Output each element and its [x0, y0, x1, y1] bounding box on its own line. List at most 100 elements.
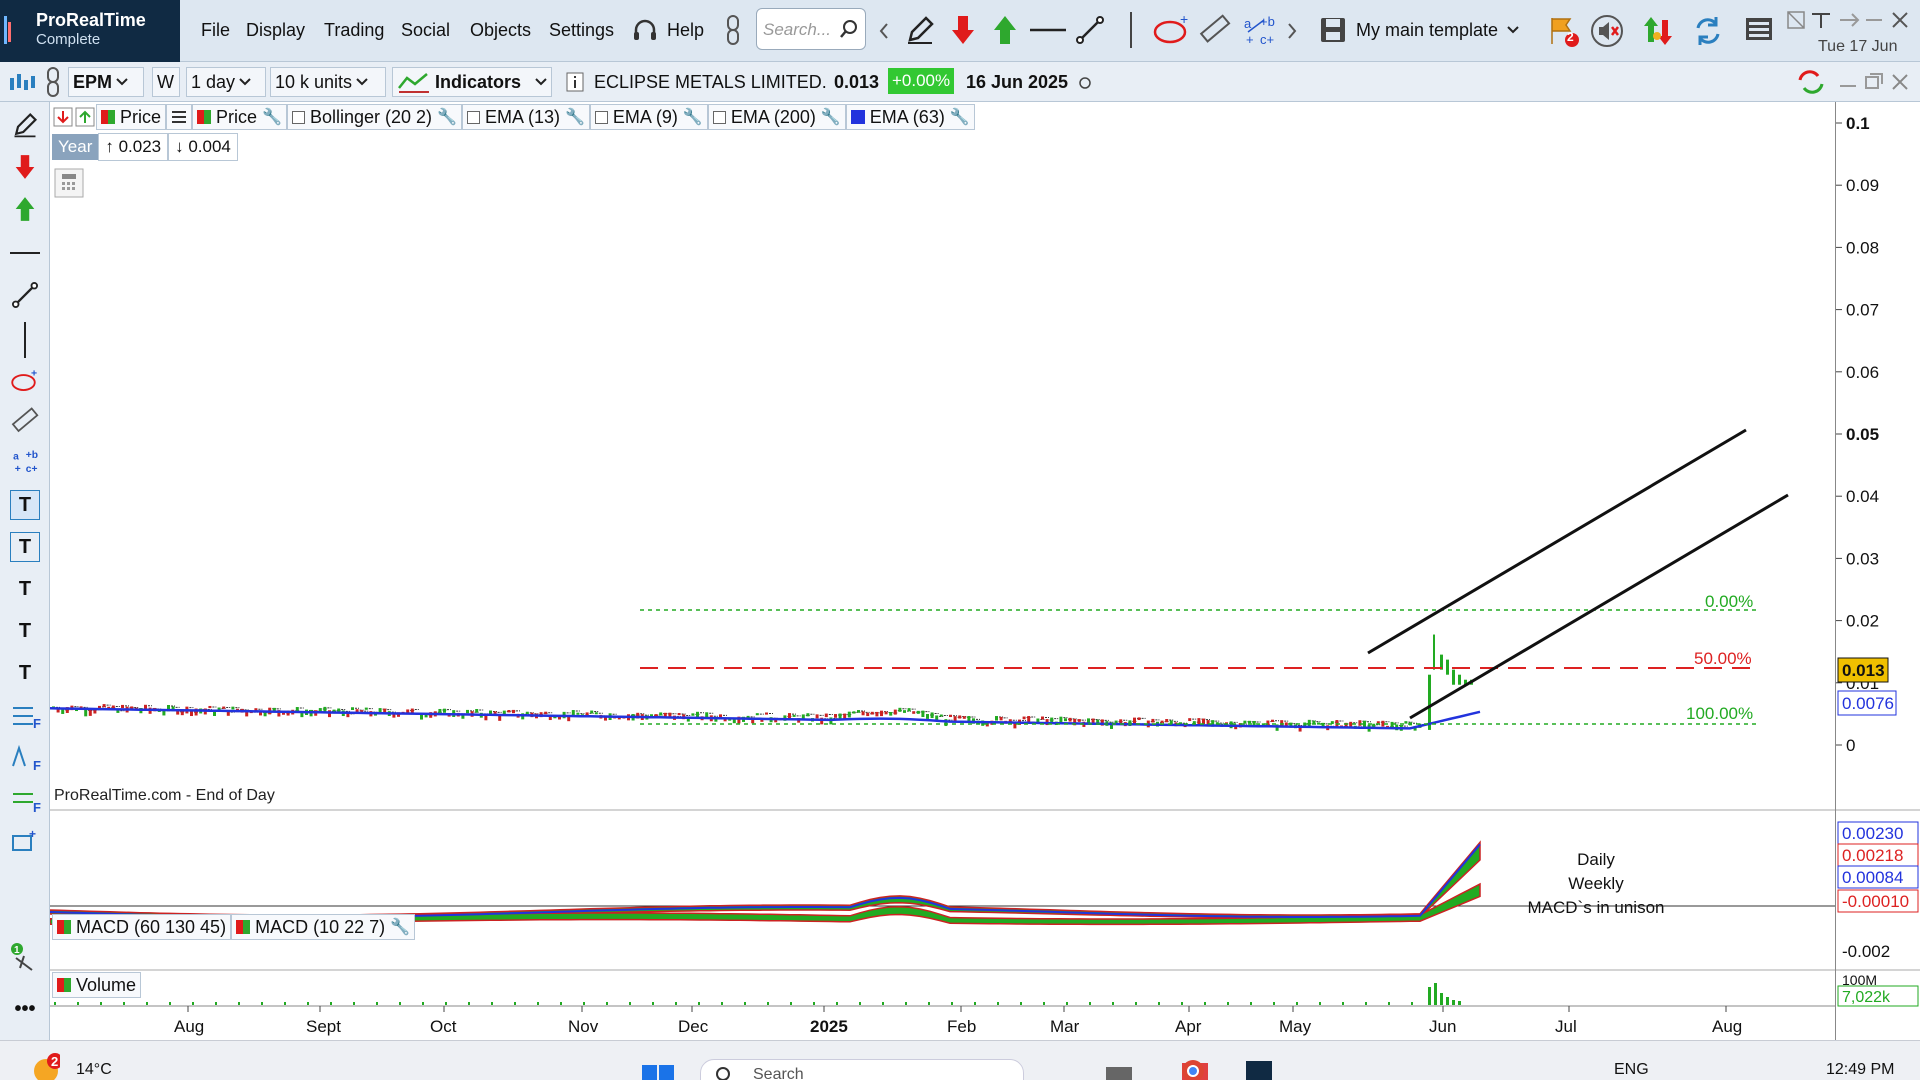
wrench-icon[interactable]: 🔧 — [437, 107, 457, 127]
trendline-tool[interactable] — [10, 280, 40, 310]
rectangle-tool[interactable]: + — [10, 826, 40, 856]
chart-area[interactable]: 0.00% 50.00% 100.00% Aug Sept Oct Nov Dec 202… — [49, 102, 1835, 1040]
legend-price-primary[interactable]: Price — [96, 104, 167, 130]
pencil-icon[interactable] — [904, 14, 936, 46]
more-tools[interactable]: ••• — [10, 994, 40, 1024]
legend-price-secondary[interactable]: Price 🔧 — [192, 104, 287, 130]
ruler-tool[interactable] — [10, 406, 40, 436]
menu-settings[interactable]: Settings — [549, 20, 614, 41]
bollinger-checkbox[interactable] — [291, 110, 305, 124]
pencil-tool[interactable] — [10, 110, 40, 140]
ema9-checkbox[interactable] — [594, 110, 608, 124]
calculator-icon[interactable] — [54, 168, 84, 198]
panel-restore-icon[interactable] — [1864, 72, 1884, 90]
chevron-left-icon[interactable] — [878, 22, 890, 40]
chrome-icon[interactable] — [1176, 1057, 1210, 1080]
app-icon-1[interactable] — [1104, 1065, 1134, 1080]
minimize-window-icon[interactable] — [1864, 10, 1884, 30]
legend-bollinger[interactable]: Bollinger (20 2) 🔧 — [286, 104, 462, 130]
app-logo[interactable]: ProRealTime Complete — [0, 0, 180, 62]
text-tool-3[interactable]: T — [10, 658, 40, 688]
legend-macd-60[interactable]: MACD (60 130 45) — [52, 914, 232, 940]
weekly-toggle[interactable]: W — [152, 67, 180, 97]
legend-ema9[interactable]: EMA (9) 🔧 — [589, 104, 708, 130]
panel-minimize-icon[interactable] — [1838, 74, 1858, 90]
wrench-icon[interactable]: 🔧 — [262, 107, 282, 127]
wrench-icon[interactable]: 🔧 — [950, 107, 970, 127]
fibonacci-tool[interactable]: a +b + c+ — [10, 446, 40, 476]
price-axis-scale[interactable]: 0.10.090.080.070.060.050.040.030.020.010… — [1836, 102, 1920, 1040]
minimize-icon[interactable] — [1838, 10, 1860, 30]
panel-close-icon[interactable] — [1890, 72, 1910, 92]
ellipse-tool[interactable]: + — [10, 366, 40, 396]
close-icon[interactable] — [1890, 10, 1910, 30]
legend-ema13[interactable]: EMA (13) 🔧 — [461, 104, 590, 130]
ticker-selector[interactable]: EPM — [68, 67, 144, 97]
link-icon[interactable] — [724, 14, 742, 46]
menu-help[interactable]: Help — [667, 20, 704, 41]
chevron-right-icon[interactable] — [1286, 22, 1298, 40]
wrench-icon[interactable]: 🔧 — [821, 107, 841, 127]
legend-volume[interactable]: Volume — [52, 972, 142, 998]
pin-icon[interactable] — [1810, 10, 1832, 30]
price-chart[interactable]: 0.00% 50.00% 100.00% Aug Sept Oct Nov Dec 202… — [49, 102, 1835, 1040]
refresh-icon[interactable] — [1690, 14, 1726, 48]
vertical-line-tool[interactable] — [10, 320, 40, 360]
search-icon[interactable] — [839, 19, 859, 39]
sell-arrow-icon[interactable] — [950, 14, 976, 46]
taskbar-clock[interactable]: 12:49 PM — [1826, 1061, 1894, 1079]
download-icon[interactable] — [52, 106, 74, 128]
sell-arrow-tool[interactable] — [10, 152, 40, 182]
legend-ema63[interactable]: EMA (63) 🔧 — [845, 104, 975, 130]
text-box-tool[interactable]: T — [10, 490, 40, 520]
channel-upper-line[interactable] — [1367, 428, 1747, 655]
fib-retracement-tool[interactable]: F — [10, 742, 46, 772]
alerts-flag-icon[interactable] — [1546, 14, 1580, 48]
legend-list-button[interactable] — [166, 104, 193, 130]
headset-icon[interactable] — [632, 18, 658, 44]
text-tool-2[interactable]: T — [10, 616, 40, 646]
fib-fan-tool[interactable]: F — [10, 700, 46, 730]
upload-icon[interactable] — [74, 106, 96, 128]
text-tool[interactable]: T — [10, 574, 40, 604]
chart-type-icon[interactable] — [8, 70, 36, 96]
info-icon[interactable] — [566, 72, 584, 92]
wrench-icon[interactable]: 🔧 — [390, 917, 410, 937]
wrench-icon[interactable]: 🔧 — [683, 107, 703, 127]
chevron-down-icon[interactable] — [1506, 25, 1520, 35]
menu-social[interactable]: Social — [401, 20, 450, 41]
menu-trading[interactable]: Trading — [324, 20, 384, 41]
object-list-tool[interactable]: 1 — [10, 942, 40, 972]
horizontal-line-icon[interactable] — [1030, 28, 1066, 32]
text-frame-tool[interactable]: T — [10, 532, 40, 562]
units-selector[interactable]: 10 k units — [270, 67, 386, 97]
search-input[interactable]: Search... — [756, 8, 866, 50]
taskbar-search[interactable]: Search — [700, 1059, 1024, 1080]
menu-objects[interactable]: Objects — [470, 20, 531, 41]
legend-macd-10[interactable]: MACD (10 22 7) 🔧 — [231, 914, 416, 940]
language-indicator[interactable]: ENG — [1614, 1061, 1649, 1079]
indicators-button[interactable]: Indicators — [392, 67, 552, 97]
menu-file[interactable]: File — [201, 20, 230, 41]
wrench-icon[interactable]: 🔧 — [565, 107, 585, 127]
price-axis[interactable]: 0.1 0.09 0.08 0.07 0.06 0.05 0.04 0.03 0.02 0.01 0… — [1835, 102, 1920, 1040]
ruler-icon[interactable] — [1198, 14, 1232, 46]
link-chain-icon[interactable] — [44, 66, 62, 98]
fullscreen-icon[interactable] — [1786, 10, 1806, 30]
keyboard-icon[interactable] — [1744, 14, 1774, 44]
ema200-checkbox[interactable] — [712, 110, 726, 124]
buy-arrow-icon[interactable] — [992, 14, 1018, 46]
ema13-checkbox[interactable] — [466, 110, 480, 124]
legend-ema200[interactable]: EMA (200) 🔧 — [707, 104, 846, 130]
horizontal-line-tool[interactable] — [10, 238, 40, 268]
buy-arrow-tool[interactable] — [10, 194, 40, 224]
template-selector[interactable]: My main template — [1318, 8, 1536, 52]
timeframe-selector[interactable]: 1 day — [186, 67, 266, 97]
menu-display[interactable]: Display — [246, 20, 305, 41]
trendline-icon[interactable] — [1076, 16, 1104, 44]
order-arrows-icon[interactable] — [1640, 14, 1676, 48]
sound-mute-icon[interactable] — [1590, 14, 1626, 48]
fibonacci-tool-icon[interactable]: a +b+ c+ — [1240, 12, 1278, 48]
ellipse-tool-icon[interactable]: + — [1152, 14, 1192, 46]
windows-start-icon[interactable] — [642, 1061, 676, 1080]
